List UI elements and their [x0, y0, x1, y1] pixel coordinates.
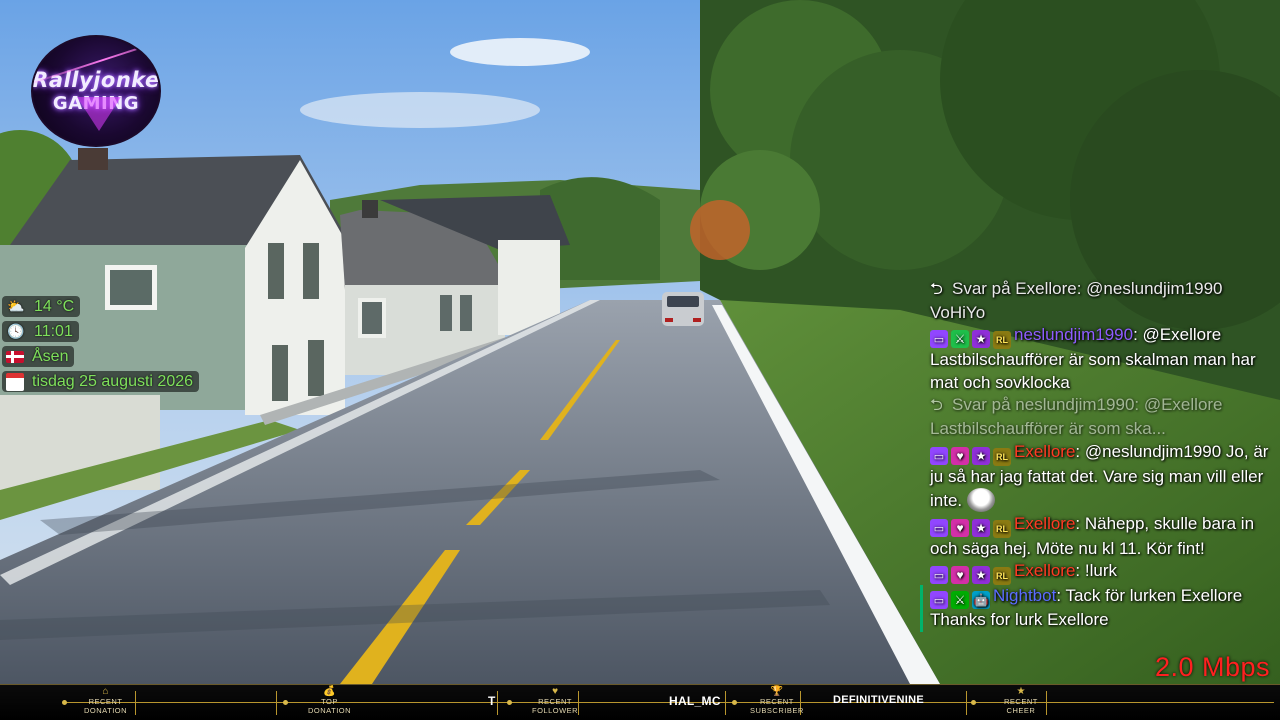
bar-dot	[507, 700, 512, 705]
recent-cheer-label: ★ RECENT CHEER	[1004, 686, 1038, 716]
bar-dot	[283, 700, 288, 705]
recent-follower-value: HAL_MC	[669, 694, 721, 708]
star-badge-icon: ★	[972, 518, 990, 537]
weather-text: 14 °C	[34, 297, 75, 315]
norway-flag-icon	[6, 350, 24, 363]
label-line1: RECENT	[538, 697, 572, 706]
green-badge-icon: ⚔	[951, 330, 969, 349]
calendar-icon	[6, 372, 24, 391]
bar-dot	[62, 700, 67, 705]
bar-dot	[971, 700, 976, 705]
trophy-icon: 🏆	[770, 686, 784, 697]
time-text: 11:01	[34, 322, 73, 340]
chat-username[interactable]: Exellore	[1014, 442, 1075, 461]
chat-reply-line: ⮌ Svar på Exellore: @neslundjim1990 VoHiY…	[926, 278, 1278, 324]
twitch-badge-icon	[930, 330, 948, 349]
label-line2: SUBSCRIBER	[750, 706, 804, 715]
reply-arrow-icon: ⮌	[930, 281, 943, 298]
chat-username[interactable]: Exellore	[1014, 514, 1075, 533]
clock-icon: 🕓	[7, 323, 25, 339]
twitch-badge-icon	[930, 591, 948, 610]
moderator-sword-icon: ⚔	[951, 591, 969, 610]
twitch-badge-icon	[930, 518, 948, 537]
star-badge-icon: ★	[972, 446, 990, 465]
bar-tick	[966, 691, 967, 715]
recent-follower-label: ♥ RECENT FOLLOWER	[532, 686, 579, 716]
bar-dot	[732, 700, 737, 705]
chat-reply-line: ⮌ Svar på neslundjim1990: @Exellore Lastb…	[926, 394, 1278, 440]
heart-badge-icon: ♥	[951, 566, 969, 585]
reply-arrow-icon: ⮌	[930, 397, 943, 415]
label-line1: RECENT	[1004, 697, 1038, 706]
star-icon: ★	[1016, 686, 1026, 697]
bar-tick	[276, 691, 277, 715]
bar-tick	[578, 691, 579, 715]
chat-username[interactable]: Nightbot	[993, 586, 1056, 605]
label-line1: TOP	[321, 697, 338, 706]
star-badge-icon: ★	[972, 566, 990, 585]
chat-username[interactable]: neslundjim1990	[1014, 325, 1133, 344]
channel-logo: Rallyjonke GAMING	[31, 35, 161, 147]
bar-tick	[1046, 691, 1047, 715]
location-text: Åsen	[32, 347, 69, 365]
twitch-badge-icon	[930, 566, 948, 585]
chat-message-text: : !lurk	[1075, 561, 1117, 581]
info-widget: ⛅ 14 °C 🕓 11:01 Åsen tisdag 25 augusti 2…	[2, 296, 200, 396]
label-line2: FOLLOWER	[532, 706, 579, 715]
recent-subscriber-value: DEFINITIVENINE	[833, 694, 924, 706]
bar-tick	[135, 691, 136, 715]
rl-badge-icon: RL	[993, 331, 1011, 350]
location-row: Åsen	[2, 346, 75, 367]
emote-ghost-icon	[966, 488, 995, 513]
top-donation-value: T	[488, 694, 496, 708]
heart-icon: ♥	[552, 686, 559, 697]
date-text: tisdag 25 augusti 2026	[32, 372, 194, 390]
logo-triangle-icon	[77, 97, 121, 131]
twitch-badge-icon	[930, 446, 948, 465]
top-donation-label: 💰 TOP DONATION	[308, 686, 352, 716]
chat-message: ⚔🤖Nightbot: Tack för lurken Exellore Tha…	[920, 585, 1278, 632]
chat-overlay: ⮌ Svar på Exellore: @neslundjim1990 VoHiY…	[920, 278, 1278, 632]
money-bag-icon: 💰	[323, 686, 336, 697]
weather-partly-cloudy-icon: ⛅	[7, 298, 25, 314]
chat-message: ⚔★RLneslundjim1990: @Exellore Lastbilsch…	[926, 324, 1278, 394]
logo-text-line1: Rallyjonke	[32, 67, 160, 92]
chat-username[interactable]: Exellore	[1014, 561, 1075, 580]
heart-badge-icon: ♥	[951, 446, 969, 465]
label-line2: CHEER	[1006, 706, 1036, 715]
bar-tick	[497, 691, 498, 715]
bitrate-indicator: 2.0 Mbps	[1154, 652, 1270, 682]
recent-subscriber-label: 🏆 RECENT SUBSCRIBER	[750, 686, 804, 716]
heart-badge-icon: ♥	[951, 518, 969, 537]
rl-badge-icon: RL	[993, 519, 1011, 538]
house-icon: ⌂	[102, 686, 109, 697]
label-line1: RECENT	[759, 697, 794, 706]
bot-badge-icon: 🤖	[972, 591, 990, 610]
rl-badge-icon: RL	[993, 447, 1011, 466]
label-line2: DONATION	[308, 706, 352, 715]
date-row: tisdag 25 augusti 2026	[2, 371, 200, 392]
recent-donation-label: ⌂ RECENT DONATION	[84, 686, 128, 716]
chat-message: ♥★RLExellore: !lurk	[926, 560, 1278, 586]
chat-message: ♥★RLExellore: Nähepp, skulle bara in och…	[926, 513, 1278, 561]
highlight-bar	[920, 585, 923, 632]
weather-row: ⛅ 14 °C	[2, 296, 81, 317]
reply-text: Svar på Exellore: @neslundjim1990 VoHiYo	[930, 279, 1223, 322]
bar-tick	[725, 691, 726, 715]
label-line1: RECENT	[88, 697, 123, 706]
label-line2: DONATION	[84, 706, 128, 715]
rl-badge-icon: RL	[993, 567, 1011, 586]
reply-text: Svar på neslundjim1990: @Exellore Lastbi…	[930, 395, 1223, 438]
chat-message: ♥★RLExellore: @neslundjim1990 Jo, är ju …	[926, 441, 1278, 513]
stream-alerts-bar: ⌂ RECENT DONATION 💰 TOP DONATION T ♥ REC…	[0, 684, 1280, 720]
star-badge-icon: ★	[972, 330, 990, 349]
time-row: 🕓 11:01	[2, 321, 79, 342]
